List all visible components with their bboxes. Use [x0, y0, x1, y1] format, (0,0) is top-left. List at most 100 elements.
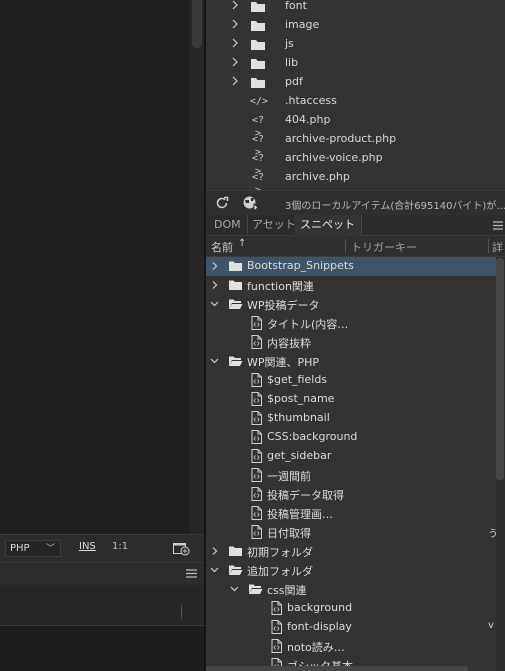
snippet-row[interactable]: get_sidebar — [206, 447, 496, 466]
chevron-down-icon[interactable] — [210, 299, 219, 309]
chevron-right-icon[interactable] — [231, 19, 239, 29]
file-row[interactable]: image — [206, 16, 505, 35]
snippet-row[interactable]: noto読み… — [206, 637, 496, 656]
snippet-file-icon — [251, 373, 262, 387]
snippet-label: 投稿管理画… — [267, 508, 333, 521]
snippet-file-icon — [251, 506, 262, 520]
file-row[interactable]: <?> archive-product.php — [206, 130, 505, 158]
tab-snippets[interactable]: スニペット — [294, 215, 362, 236]
snippet-row[interactable]: 内容抜粋 — [206, 333, 496, 352]
column-divider[interactable] — [488, 239, 489, 253]
tab-label: スニペット — [300, 218, 355, 231]
snippet-folder-row[interactable]: function関連 — [206, 276, 496, 295]
snippet-row[interactable]: 投稿データ取得 — [206, 485, 496, 504]
file-name: pdf — [285, 75, 303, 88]
chevron-right-icon[interactable] — [231, 0, 239, 10]
snippet-row[interactable]: background — [206, 599, 496, 618]
snippet-label: get_sidebar — [267, 449, 332, 462]
panel-menu-icon[interactable] — [186, 569, 197, 578]
snippet-row[interactable]: 一週間前 — [206, 466, 496, 485]
column-divider[interactable] — [345, 239, 346, 253]
snippet-folder-row[interactable]: css関連 — [206, 580, 496, 599]
snippet-folder-row[interactable]: WP投稿データ — [206, 295, 496, 314]
snippet-folder-row[interactable]: 追加フォルダ — [206, 561, 496, 580]
snippet-label: $post_name — [267, 392, 335, 405]
snippet-label: 追加フォルダ — [247, 565, 313, 578]
snippet-label: 初期フォルダ — [247, 546, 313, 559]
insert-mode-indicator[interactable]: INS — [79, 541, 96, 552]
panel-menu-icon[interactable] — [493, 221, 503, 230]
chevron-down-icon[interactable] — [210, 356, 219, 366]
file-row[interactable]: <?> archive-voice.php — [206, 149, 505, 177]
panel-tabs: DOM アセット スニペット — [206, 215, 505, 236]
snippets-scrollbar-thumb[interactable] — [496, 258, 504, 480]
language-select[interactable]: PHP ﹀ — [5, 540, 61, 557]
snippet-folder-row[interactable]: WP関連、PHP — [206, 352, 496, 371]
chevron-right-icon[interactable] — [210, 261, 219, 271]
file-name: image — [285, 18, 320, 31]
file-row[interactable]: pdf — [206, 73, 505, 92]
chevron-down-icon: ﹀ — [45, 544, 55, 554]
snippet-label: タイトル(内容… — [267, 318, 349, 331]
snippet-row[interactable]: CSS:background — [206, 428, 496, 447]
folder-open-icon — [229, 356, 243, 366]
snippets-tree: Bootstrap_Snippets function関連 WP投稿データタイトル(… — [206, 257, 496, 671]
snippet-row[interactable]: $get_fields — [206, 371, 496, 390]
panel-header — [0, 562, 204, 585]
file-row[interactable]: js — [206, 35, 505, 54]
file-row[interactable]: lib — [206, 54, 505, 73]
snippet-row[interactable]: $thumbnail — [206, 409, 496, 428]
column-trigger-key[interactable]: トリガーキー — [351, 239, 417, 255]
divider — [181, 605, 182, 619]
snippet-folder-row[interactable]: 初期フォルダ — [206, 542, 496, 561]
snippet-file-icon — [251, 487, 262, 501]
snippet-folder-row[interactable]: Bootstrap_Snippets — [206, 257, 496, 276]
snippet-label: $get_fields — [267, 373, 328, 386]
editor-scrollbar-thumb[interactable] — [192, 0, 202, 48]
chevron-right-icon[interactable] — [231, 57, 239, 67]
editor-scrollbar-track[interactable] — [190, 0, 204, 534]
chevron-right-icon[interactable] — [231, 38, 239, 48]
chevron-right-icon[interactable] — [231, 76, 239, 86]
chevron-down-icon[interactable] — [230, 584, 239, 594]
folder-open-icon — [229, 299, 243, 309]
remote-server-icon[interactable] — [242, 195, 259, 211]
snippet-row[interactable]: 日付取得 う — [206, 523, 496, 542]
file-row[interactable]: </> .htaccess — [206, 92, 505, 111]
snippet-trigger-key: う — [488, 529, 496, 540]
snippet-file-icon — [271, 620, 282, 634]
snippet-row[interactable]: font-display v — [206, 618, 496, 637]
file-row[interactable]: font — [206, 0, 505, 16]
snippet-row[interactable]: $post_name — [206, 390, 496, 409]
snippet-label: css関連 — [267, 584, 307, 597]
column-name[interactable]: 名前 — [211, 239, 233, 255]
snippet-file-icon — [271, 601, 282, 615]
file-name: .htaccess — [285, 94, 337, 107]
chevron-right-icon[interactable] — [210, 280, 219, 290]
file-name: archive.php — [285, 170, 350, 183]
column-description[interactable]: 詳 — [492, 239, 503, 255]
snippet-label: noto読み… — [287, 641, 345, 654]
file-row[interactable]: <?> 404.php — [206, 111, 505, 139]
code-editor[interactable] — [0, 0, 204, 534]
live-preview-icon[interactable] — [172, 540, 191, 556]
snippet-file-icon — [251, 525, 262, 539]
snippet-row[interactable]: タイトル(内容… — [206, 314, 496, 333]
snippet-file-icon — [251, 392, 262, 406]
sort-ascending-icon[interactable]: ↑ — [238, 238, 246, 249]
snippet-label: font-display — [287, 620, 352, 633]
tab-dom[interactable]: DOM — [208, 215, 248, 235]
snippets-column-header: 名前 ↑ トリガーキー 詳 — [206, 236, 505, 257]
php-file-icon: <?> — [251, 115, 265, 139]
snippet-label: 日付取得 — [267, 527, 311, 540]
horizontal-scrollbar[interactable] — [206, 666, 468, 671]
php-file-icon: <?> — [251, 172, 265, 196]
snippet-label: Bootstrap_Snippets — [247, 259, 354, 272]
folder-icon — [251, 21, 265, 31]
chevron-right-icon[interactable] — [210, 546, 219, 556]
chevron-down-icon[interactable] — [210, 565, 219, 575]
snippet-row[interactable]: 投稿管理画… — [206, 504, 496, 523]
refresh-icon[interactable] — [215, 196, 229, 210]
snippet-label: 内容抜粋 — [267, 337, 311, 350]
file-row[interactable]: <?> archive.php — [206, 168, 505, 196]
